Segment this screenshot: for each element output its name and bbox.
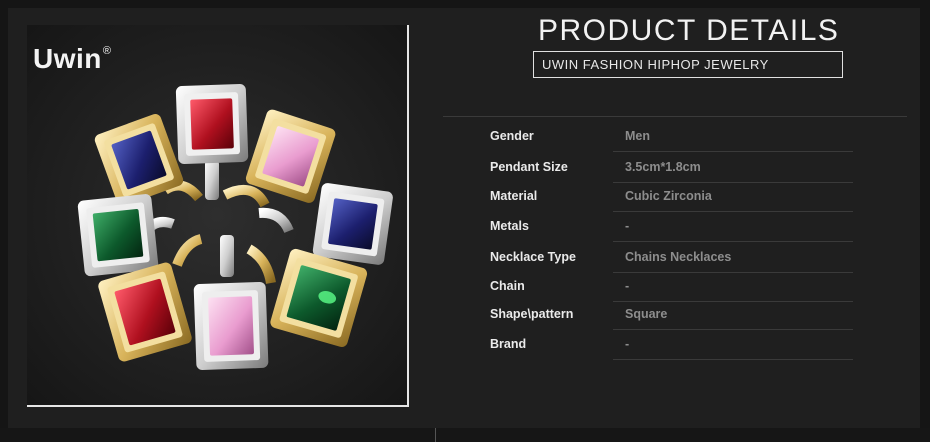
detail-value: - <box>625 337 630 351</box>
detail-row-necklace-type: Necklace Type Chains Necklaces <box>443 243 863 273</box>
detail-row-gender: Gender Men <box>443 122 863 152</box>
pendant-sapphire-silver <box>312 183 393 265</box>
detail-label: Chain <box>490 279 525 293</box>
detail-value: Square <box>625 307 668 321</box>
detail-value: - <box>625 219 630 233</box>
detail-label: Shape\pattern <box>490 307 574 321</box>
pendants-illustration <box>27 25 407 405</box>
detail-label: Gender <box>490 129 534 143</box>
detail-value: Chains Necklaces <box>625 250 732 264</box>
detail-value: - <box>625 279 630 293</box>
detail-label: Pendant Size <box>490 160 568 174</box>
bottom-divider <box>435 428 436 442</box>
detail-label: Necklace Type <box>490 250 576 264</box>
pendant-pink-silver <box>193 281 269 370</box>
pendant-ruby-silver <box>175 84 249 164</box>
detail-label: Material <box>490 189 538 203</box>
detail-value: Men <box>625 129 650 143</box>
detail-value: Cubic Zirconia <box>625 189 712 203</box>
detail-label: Metals <box>490 219 529 233</box>
divider <box>443 116 907 117</box>
product-subtitle: UWIN FASHION HIPHOP JEWELRY <box>533 51 843 78</box>
detail-row-pendant-size: Pendant Size 3.5cm*1.8cm <box>443 153 863 183</box>
product-photo: Uwin® <box>27 25 409 407</box>
pendant-emerald-silver <box>77 194 159 277</box>
row-divider <box>613 359 853 360</box>
detail-row-material: Material Cubic Zirconia <box>443 182 863 212</box>
bottom-strip <box>0 428 930 442</box>
detail-label: Brand <box>490 337 527 351</box>
uwin-logo: Uwin® <box>33 43 112 75</box>
row-divider <box>613 151 853 152</box>
row-divider <box>613 241 853 242</box>
detail-row-metals: Metals - <box>443 212 863 242</box>
detail-row-shape-pattern: Shape\pattern Square <box>443 300 863 330</box>
detail-value: 3.5cm*1.8cm <box>625 160 701 174</box>
uwin-logo-text: Uwin <box>33 43 102 74</box>
page-title: PRODUCT DETAILS <box>538 14 840 47</box>
registered-mark: ® <box>102 44 112 57</box>
detail-row-brand: Brand - <box>443 330 863 360</box>
product-details-banner: Uwin® PRODUCT DETAILS UWIN FASHION HIPHO… <box>0 0 930 442</box>
detail-row-chain: Chain - <box>443 272 863 302</box>
